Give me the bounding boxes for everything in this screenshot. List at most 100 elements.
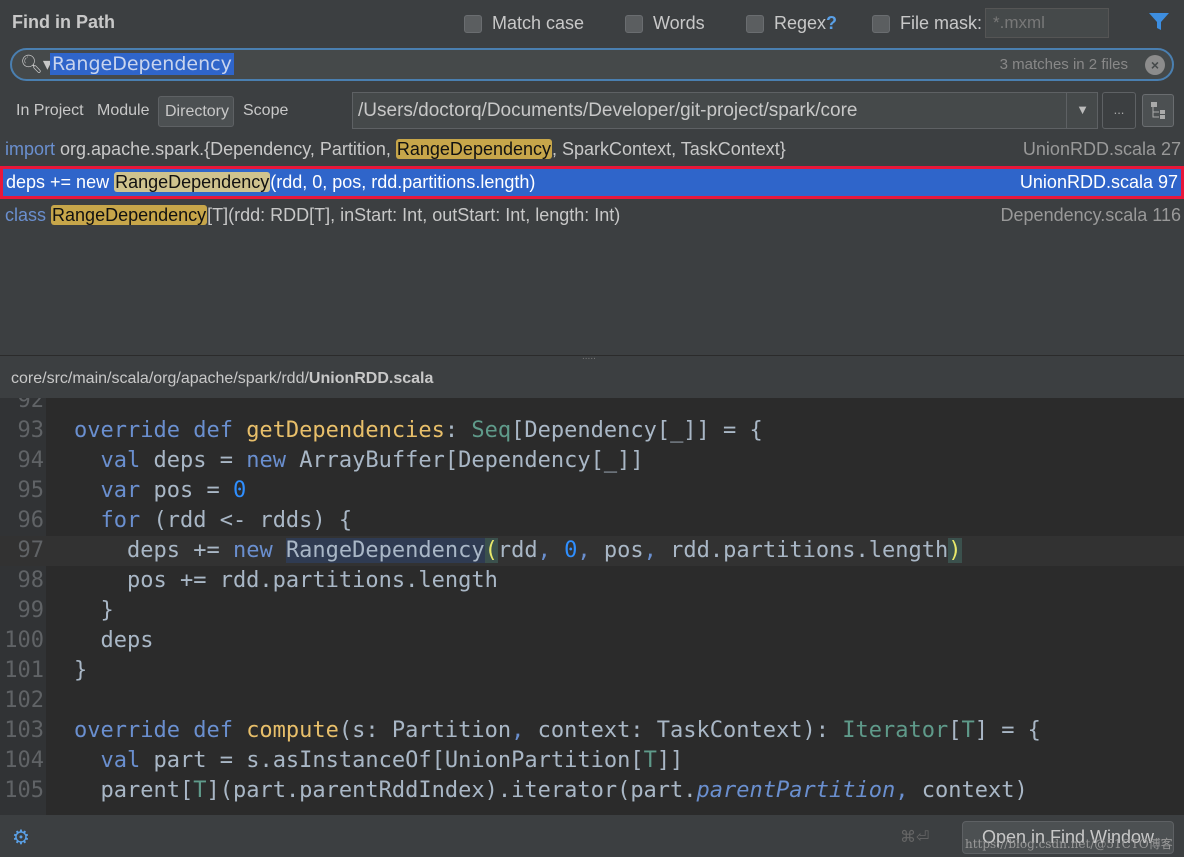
code-token: rdd xyxy=(497,538,538,563)
code-line: 101} xyxy=(0,656,1184,686)
result-row[interactable]: deps += new RangeDependency(rdd, 0, pos,… xyxy=(0,166,1184,199)
code-line: 103 override def compute(s: Partition, co… xyxy=(0,716,1184,746)
words-checkbox[interactable]: Words xyxy=(625,13,705,34)
code-line: 96 for (rdd <- rdds) { xyxy=(0,506,1184,536)
code-token: deps = xyxy=(153,448,247,473)
code-line: 97 deps += new RangeDependency(rdd, 0, p… xyxy=(0,536,1184,566)
code-token: for xyxy=(74,508,154,533)
code-token: Seq xyxy=(471,418,512,443)
code-token: compute xyxy=(246,718,339,743)
code-line: 102 xyxy=(0,686,1184,716)
clear-icon[interactable]: × xyxy=(1145,55,1165,75)
result-match: RangeDependency xyxy=(395,139,553,159)
file-mask-checkbox[interactable]: File mask: xyxy=(872,13,982,34)
browse-button[interactable]: ... xyxy=(1102,92,1136,129)
regex-checkbox[interactable]: Regex? xyxy=(746,13,837,34)
code-line: 95 var pos = 0 xyxy=(0,476,1184,506)
line-number: 97 xyxy=(17,538,45,563)
tab-in-project[interactable]: In Project xyxy=(16,102,84,120)
code-token: new xyxy=(232,538,286,563)
dialog-title: Find in Path xyxy=(12,12,115,32)
code-token: 0 xyxy=(564,538,578,563)
result-row[interactable]: import org.apache.spark.{Dependency, Par… xyxy=(0,133,1184,166)
search-field[interactable]: 🔍︎▾ RangeDependency 3 matches in 2 files… xyxy=(10,48,1174,81)
match-case-checkbox[interactable]: Match case xyxy=(464,13,584,34)
code-token: , xyxy=(643,538,671,563)
match-count: 3 matches in 2 files xyxy=(999,56,1128,73)
checkbox-box[interactable] xyxy=(625,14,643,33)
line-number: 102 xyxy=(4,688,44,713)
result-suffix: , SparkContext, TaskContext} xyxy=(552,139,786,159)
search-input[interactable]: RangeDependency xyxy=(50,53,234,75)
regex-help-link[interactable]: ? xyxy=(826,13,837,33)
code-token: , xyxy=(511,718,538,743)
directory-path-input[interactable]: /Users/doctorq/Documents/Developer/git-p… xyxy=(352,92,1098,129)
line-number: 96 xyxy=(17,508,45,533)
code-token: , xyxy=(537,538,565,563)
filter-icon[interactable] xyxy=(1148,12,1170,32)
gear-icon[interactable]: ⚙ xyxy=(12,825,30,850)
code-token: pos += rdd.partitions.length xyxy=(74,568,498,593)
code-token: T xyxy=(643,748,657,773)
code-token: 0 xyxy=(232,478,247,503)
line-number: 99 xyxy=(17,598,45,623)
checkbox-box[interactable] xyxy=(872,14,890,33)
code-token: ] = { xyxy=(974,718,1041,743)
result-suffix: [T](rdd: RDD[T], inStart: Int, outStart:… xyxy=(207,205,621,225)
result-keyword: import xyxy=(5,139,56,159)
code-token: : xyxy=(444,418,472,443)
code-token: Iterator xyxy=(842,718,949,743)
checkbox-box[interactable] xyxy=(464,14,482,33)
result-prefix: org.apache.spark.{Dependency, Partition, xyxy=(55,139,396,159)
code-token: pos xyxy=(603,538,644,563)
result-suffix: (rdd, 0, pos, rdd.partitions.length) xyxy=(270,172,536,192)
code-token: RangeDependency xyxy=(285,538,485,563)
tab-scope[interactable]: Scope xyxy=(243,102,288,120)
code-token: , xyxy=(895,778,922,803)
checkbox-box[interactable] xyxy=(746,14,764,33)
splitter-handle[interactable]: ..... xyxy=(582,351,596,362)
checkbox-label: Match case xyxy=(492,13,585,33)
result-match: RangeDependency xyxy=(51,205,208,225)
search-icon[interactable]: 🔍︎▾ xyxy=(20,54,52,75)
code-token: context: TaskContext): xyxy=(537,718,843,743)
code-line: 94 val deps = new ArrayBuffer[Dependency… xyxy=(0,446,1184,476)
code-token: } xyxy=(74,598,114,623)
line-number: 104 xyxy=(4,748,44,773)
checkbox-label: Regex xyxy=(774,13,827,33)
code-preview[interactable]: 92 93 override def getDependencies: Seq[De… xyxy=(0,398,1184,815)
code-line: 105 parent[T](part.parentRddIndex).itera… xyxy=(0,776,1184,806)
line-number: 100 xyxy=(4,628,44,653)
code-token: deps += xyxy=(74,538,233,563)
code-token: T xyxy=(961,718,975,743)
tab-module[interactable]: Module xyxy=(97,102,149,120)
code-token: getDependencies xyxy=(246,418,445,443)
code-token: part = s.asInstanceOf[UnionPartition[ xyxy=(153,748,644,773)
line-number: 93 xyxy=(17,418,45,443)
result-prefix: deps += new xyxy=(6,172,115,192)
result-file: Dependency.scala 116 xyxy=(1000,205,1181,225)
code-token: context) xyxy=(921,778,1028,803)
code-token: rdd.partitions.length xyxy=(670,538,949,563)
file-mask-input[interactable]: *.mxml xyxy=(985,8,1109,38)
recursive-tree-icon[interactable] xyxy=(1142,94,1174,127)
code-token: ](part.parentRddIndex).iterator(part. xyxy=(206,778,697,803)
result-file: UnionRDD.scala 97 xyxy=(1019,172,1178,192)
checkbox-label: Words xyxy=(653,13,705,33)
code-token: val xyxy=(74,448,154,473)
code-token: ArrayBuffer[Dependency[_]] xyxy=(299,448,644,473)
line-number: 101 xyxy=(4,658,44,683)
code-token: deps xyxy=(74,628,154,653)
code-token: , xyxy=(577,538,604,563)
code-token: (rdd <- rdds) { xyxy=(153,508,353,533)
chevron-down-icon[interactable]: ▼ xyxy=(1066,92,1098,129)
code-line: 99 } xyxy=(0,596,1184,626)
checkbox-label: File mask: xyxy=(900,13,983,33)
tab-directory[interactable]: Directory xyxy=(158,96,234,127)
line-number: 92 xyxy=(17,398,45,413)
result-row[interactable]: class RangeDependency[T](rdd: RDD[T], in… xyxy=(0,199,1184,232)
code-token: [Dependency[_]] = { xyxy=(511,418,763,443)
code-line: 92 xyxy=(0,398,1184,416)
shortcut-hint: ⌘⏎ xyxy=(900,829,930,846)
code-token: [ xyxy=(948,718,962,743)
